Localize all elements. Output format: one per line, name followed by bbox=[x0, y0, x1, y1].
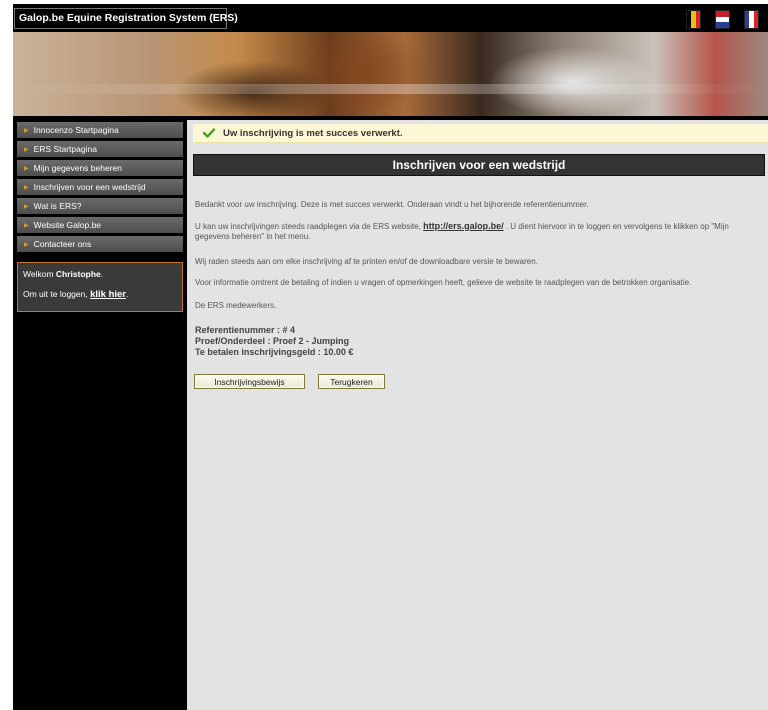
header-banner-image bbox=[13, 32, 768, 116]
sidebar-item-label: Wat is ERS? bbox=[33, 201, 82, 211]
sidebar-item-mijn-gegevens[interactable]: ▶ Mijn gegevens beheren bbox=[17, 160, 183, 176]
app-title: Galop.be Equine Registration System (ERS… bbox=[14, 8, 238, 29]
reference-number: Referentienummer : # 4 bbox=[195, 325, 296, 335]
bullet-icon: ▶ bbox=[24, 223, 29, 229]
sidebar-item-wat-is-ers[interactable]: ▶ Wat is ERS? bbox=[17, 198, 183, 214]
sidebar-item-innocenzo-startpagina[interactable]: ▶ Innocenzo Startpagina bbox=[17, 122, 183, 138]
welcome-prefix: Welkom bbox=[23, 269, 56, 279]
sidebar-item-website-galop[interactable]: ▶ Website Galop.be bbox=[17, 217, 183, 233]
bullet-icon: ▶ bbox=[24, 166, 29, 172]
bullet-icon: ▶ bbox=[24, 242, 29, 248]
welcome-line: Welkom Christophe. bbox=[23, 269, 177, 279]
bullet-icon: ▶ bbox=[24, 147, 29, 153]
fr-flag-icon[interactable] bbox=[744, 10, 759, 29]
reference-fee: Te betalen inschrijvingsgeld : 10.00 € bbox=[195, 347, 354, 357]
bullet-icon: ▶ bbox=[24, 185, 29, 191]
ers-website-paragraph: U kan uw inschrijvingen steeds raadplege… bbox=[195, 221, 761, 242]
sidebar-item-label: Mijn gegevens beheren bbox=[33, 163, 122, 173]
signature-paragraph: De ERS medewerkers. bbox=[195, 301, 277, 310]
welcome-user: Christophe bbox=[55, 269, 101, 279]
ers-website-link[interactable]: http://ers.galop.be/ bbox=[423, 221, 504, 231]
paragraph-text: U kan uw inschrijvingen steeds raadplege… bbox=[195, 222, 424, 231]
logout-line: Om uit te loggen, klik hier. bbox=[23, 289, 177, 300]
sidebar-item-ers-startpagina[interactable]: ▶ ERS Startpagina bbox=[17, 141, 183, 157]
sidebar-item-label: ERS Startpagina bbox=[33, 144, 97, 154]
page-title: Inschrijven voor een wedstrijd bbox=[193, 154, 765, 176]
print-advice-paragraph: Wij raden steeds aan om elke inschrijvin… bbox=[195, 257, 538, 266]
logout-text: Om uit te loggen, bbox=[23, 289, 91, 299]
welcome-suffix: . bbox=[100, 269, 104, 279]
check-icon bbox=[203, 128, 215, 138]
sidebar-item-inschrijven[interactable]: ▶ Inschrijven voor een wedstrijd bbox=[17, 179, 183, 195]
welcome-box: Welkom Christophe. Om uit te loggen, kli… bbox=[17, 262, 183, 312]
sidebar-item-contacteer-ons[interactable]: ▶ Contacteer ons bbox=[17, 236, 183, 252]
sidebar-item-label: Website Galop.be bbox=[33, 220, 102, 230]
thank-you-paragraph: Bedankt voor uw inschrijving. Deze is me… bbox=[195, 200, 589, 209]
sidebar-item-label: Contacteer ons bbox=[33, 239, 92, 249]
main-content: Uw inschrijving is met succes verwerkt. … bbox=[187, 120, 768, 710]
success-message-bar: Uw inschrijving is met succes verwerkt. bbox=[193, 124, 768, 143]
logout-end: . bbox=[126, 289, 129, 299]
de-flag-icon[interactable] bbox=[686, 10, 701, 29]
payment-info-paragraph: Voor informatie omtrent de betaling of i… bbox=[195, 278, 692, 287]
certificate-button[interactable]: Inschrijvingsbewijs bbox=[194, 374, 305, 389]
banner-motion-streak bbox=[13, 84, 768, 94]
sidebar: ▶ Innocenzo Startpagina ▶ ERS Startpagina … bbox=[13, 120, 187, 710]
bullet-icon: ▶ bbox=[24, 204, 29, 210]
sidebar-item-label: Inschrijven voor een wedstrijd bbox=[33, 182, 146, 192]
logout-link[interactable]: klik hier bbox=[90, 289, 126, 300]
nl-flag-icon[interactable] bbox=[715, 10, 730, 29]
success-message: Uw inschrijving is met succes verwerkt. bbox=[223, 128, 403, 139]
top-bar: Galop.be Equine Registration System (ERS… bbox=[13, 4, 768, 32]
sidebar-item-label: Innocenzo Startpagina bbox=[33, 125, 119, 135]
reference-event: Proef/Onderdeel : Proef 2 - Jumping bbox=[195, 336, 350, 346]
app-window: Galop.be Equine Registration System (ERS… bbox=[13, 4, 768, 710]
bullet-icon: ▶ bbox=[24, 128, 29, 134]
back-button[interactable]: Terugkeren bbox=[318, 374, 385, 389]
